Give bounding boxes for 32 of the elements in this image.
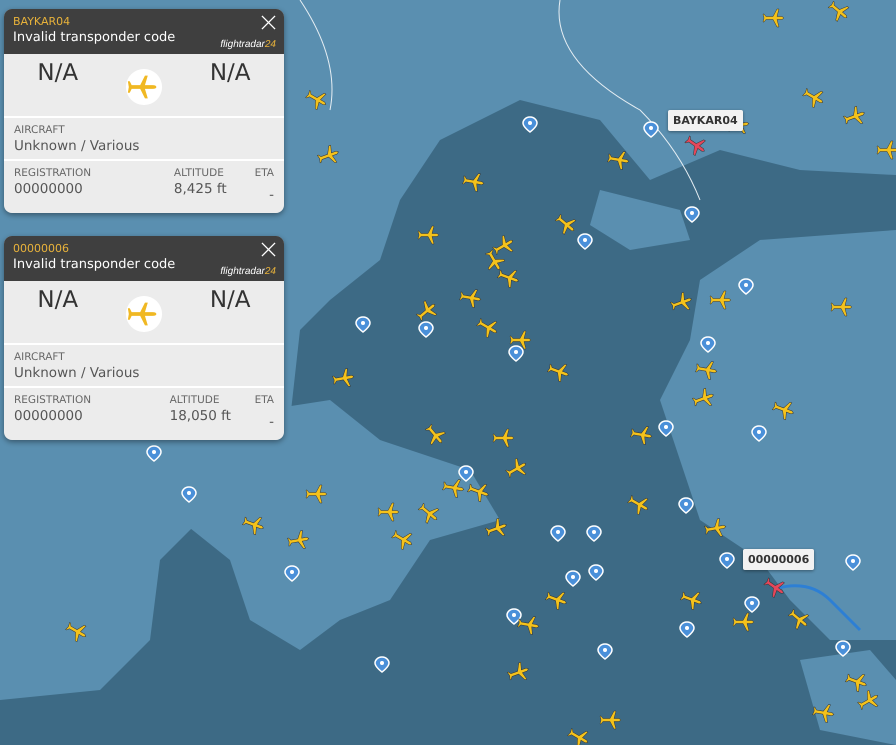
eta-value: -: [269, 187, 274, 203]
registration-value: 00000000: [14, 181, 84, 197]
registration-value: 00000000: [14, 408, 84, 424]
registration-label: REGISTRATION: [14, 394, 92, 406]
aircraft-label: AIRCRAFT: [14, 351, 66, 363]
airplane-icon: [124, 68, 163, 106]
altitude-value: 8,425 ft: [174, 181, 227, 197]
aircraft-label: AIRCRAFT: [14, 124, 66, 136]
aircraft-callout: 00000006: [743, 549, 814, 570]
callsign: 00000006: [13, 242, 70, 255]
close-icon[interactable]: [261, 15, 276, 30]
eta-label: ETA: [254, 167, 274, 179]
logo: flightradar24: [220, 39, 276, 50]
altitude-label: ALTITUDE: [174, 167, 225, 179]
airplane-icon: [124, 295, 163, 333]
status-text: Invalid transponder code: [13, 257, 176, 272]
destination-code: N/A: [210, 60, 251, 86]
altitude-value: 18,050 ft: [170, 408, 231, 424]
logo: flightradar24: [220, 266, 276, 277]
aircraft-value: Unknown / Various: [14, 365, 140, 381]
origin-code: N/A: [37, 60, 78, 86]
aircraft-callout: BAYKAR04: [668, 110, 743, 131]
registration-label: REGISTRATION: [14, 167, 92, 179]
altitude-label: ALTITUDE: [170, 394, 221, 406]
callsign: BAYKAR04: [13, 15, 72, 28]
status-text: Invalid transponder code: [13, 30, 176, 45]
destination-code: N/A: [210, 287, 251, 313]
eta-label: ETA: [254, 394, 274, 406]
eta-value: -: [269, 414, 274, 430]
aircraft-value: Unknown / Various: [14, 138, 140, 154]
close-icon[interactable]: [261, 242, 276, 257]
origin-code: N/A: [37, 287, 78, 313]
